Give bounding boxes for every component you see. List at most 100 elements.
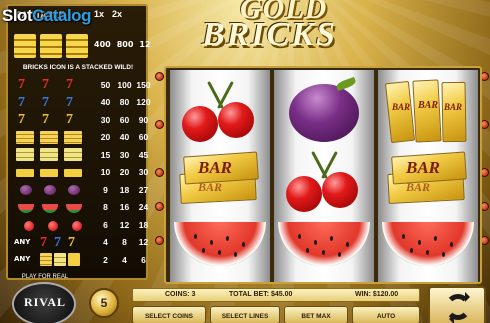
select-coins-button[interactable]: SELECT COINS <box>132 306 206 323</box>
watermelon-part <box>418 240 421 245</box>
double-bar-icon <box>10 146 90 163</box>
gold-seven-icon: 7 <box>18 112 25 127</box>
watermelon-part <box>174 222 266 266</box>
payline-marker[interactable] <box>155 120 164 129</box>
cherry-three-icon <box>48 221 58 231</box>
payline-marker[interactable] <box>155 168 164 177</box>
total-bet-readout: TOTAL BET: $45.00 <box>229 291 293 298</box>
plum-icon <box>44 185 56 195</box>
bar-bricks-part: BAR <box>392 102 411 112</box>
watermelon-part <box>234 252 237 257</box>
paytable-row: 6 12 18 <box>10 216 148 233</box>
reel-2 <box>274 70 374 282</box>
paytable-row: 9 18 27 <box>10 181 148 198</box>
auto-button[interactable]: AUTO <box>352 306 420 323</box>
blue-seven-icon: 7 <box>42 94 49 110</box>
play-for-real-label: PLAY FOR REAL <box>21 274 69 280</box>
double-bar-icon <box>64 148 82 161</box>
brand-name: RIVAL <box>23 295 67 309</box>
payout-value: 60 <box>138 132 149 142</box>
payout-value: 60 <box>119 114 130 125</box>
payout-value: 27 <box>138 184 149 195</box>
triple-bar-icon <box>64 130 82 144</box>
double-bar-icon <box>40 148 58 161</box>
watermark-part1: Slot <box>2 6 33 25</box>
bar-bricks-part: BAR <box>406 158 441 177</box>
any-bar-icon <box>40 253 52 266</box>
payline-marker[interactable] <box>155 72 164 81</box>
any-bar-icon <box>54 253 66 266</box>
payout-value: 12 <box>138 237 149 247</box>
bar-bricks-icon: BAR BAR BAR <box>378 76 478 146</box>
reel-1: BAR BAR <box>170 70 270 282</box>
bet-max-button[interactable]: BET MAX <box>284 306 348 323</box>
gold-payouts: 400 800 12 <box>94 40 151 49</box>
brand-badge[interactable]: PLAY FOR REAL RIVAL <box>8 274 82 323</box>
single-bar-icon <box>16 168 34 177</box>
payout-value: 150 <box>136 79 151 90</box>
plum-icon <box>10 181 90 198</box>
payout-value: 6 <box>141 254 146 265</box>
multiplier-2x: 2x <box>112 9 123 19</box>
paytable-row: 7 7 7 ANY 4 8 12 <box>10 234 148 251</box>
paytable-row: 7 7 7 30 60 90 <box>10 111 148 128</box>
gold-seven-icon: 7 <box>66 112 73 127</box>
triple-bar-icon <box>16 130 34 144</box>
plum-part <box>335 76 357 92</box>
payout-value: 10 <box>100 167 111 177</box>
payout-value: 18 <box>138 219 149 230</box>
watermelon-part <box>402 234 405 239</box>
watermelon-icon <box>18 203 34 213</box>
spin-button[interactable] <box>428 286 486 323</box>
single-bar-icon <box>40 168 58 177</box>
payout-value: 12 <box>119 219 130 230</box>
cherry-three-icon <box>72 221 82 231</box>
payline-marker[interactable] <box>155 236 164 245</box>
payout-value: 100 <box>117 79 132 90</box>
paytable-multiplier-headers: 1x 2x <box>94 9 122 19</box>
cherry-three-icon <box>10 216 90 233</box>
paytable-row: 8 16 24 <box>10 199 148 216</box>
paytable-gold-row: 400 800 12 <box>12 28 151 62</box>
plum-icon <box>274 76 374 146</box>
coin-value-button[interactable]: 5 <box>89 288 119 318</box>
watermelon-part <box>218 250 221 255</box>
payout-value: 9 <box>103 184 108 195</box>
cherries-icon <box>274 146 374 216</box>
bar-bricks-part: BAR <box>444 102 463 112</box>
paytable-row: 7 7 7 50 100 150 <box>10 76 151 93</box>
select-lines-button[interactable]: SELECT LINES <box>210 306 280 323</box>
payout-value: 800 <box>116 40 134 49</box>
watermelon-part <box>298 234 301 239</box>
payout-values: 10 20 30 <box>96 167 153 177</box>
payout-values: 4 8 12 <box>96 237 153 247</box>
payline-marker[interactable] <box>155 202 164 211</box>
wild-note: BRICKS ICON IS A STACKED WILD! <box>22 64 134 71</box>
plum-icon <box>20 185 32 195</box>
any-bar-icon: ANY <box>10 251 90 268</box>
bar-bricks-icon: BAR BAR <box>170 146 270 216</box>
payout-values: 6 12 18 <box>96 220 153 230</box>
watermelon-part <box>346 242 349 247</box>
payout-value: 400 <box>94 40 111 49</box>
payout-value: 4 <box>103 237 108 247</box>
payout-value: 12 <box>139 40 151 49</box>
watermelon-part <box>382 222 474 266</box>
payout-value: 120 <box>136 97 151 107</box>
payout-value: 30 <box>100 114 111 125</box>
blue-seven-icon: 7 <box>18 94 25 110</box>
win-readout: WIN: $120.00 <box>355 291 399 298</box>
paytable-row: 7 7 7 40 80 120 <box>10 94 151 111</box>
blue-seven-icon: 7 <box>66 94 73 110</box>
watermelon-part <box>338 252 341 257</box>
payout-values: 9 18 27 <box>96 185 153 195</box>
gold-bricks-icon <box>40 34 62 58</box>
payout-values: 50 100 150 <box>96 80 153 90</box>
payout-value: 6 <box>103 219 108 230</box>
payout-value: 40 <box>119 132 130 142</box>
watermelon-icon <box>42 203 58 213</box>
bar-bricks-part: BAR <box>418 100 439 111</box>
reel-3: BAR BAR BAR BAR BAR <box>378 70 478 282</box>
any-seven-icon: 7 <box>40 234 47 250</box>
watermelon-part <box>210 240 213 245</box>
